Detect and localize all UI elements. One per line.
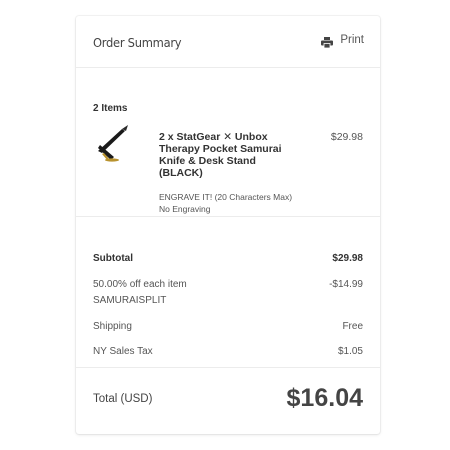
product-name[interactable]: 2 x StatGear ✕ Unbox Therapy Pocket Samu…	[159, 131, 299, 179]
shipping-label: Shipping	[93, 321, 132, 332]
printer-icon	[321, 35, 334, 48]
order-summary-title: Order Summary	[93, 35, 182, 50]
items-section: 2 Items 2 x StatGear ✕ Unbox Therapy Poc…	[76, 68, 380, 217]
discount-value: -$14.99	[329, 279, 363, 290]
product-option: ENGRAVE IT! (20 Characters Max) No Engra…	[159, 192, 293, 214]
discount-label: 50.00% off each item	[93, 279, 187, 290]
total-value: $16.04	[286, 384, 363, 412]
print-label: Print	[340, 34, 364, 46]
print-button[interactable]: Print	[321, 34, 364, 48]
totals-section: Subtotal $29.98 50.00% off each item -$1…	[76, 217, 380, 368]
subtotal-value: $29.98	[332, 253, 363, 264]
items-count: 2 Items	[93, 103, 128, 114]
shipping-value: Free	[342, 321, 363, 332]
product-thumbnail	[94, 123, 130, 163]
product-price: $29.98	[330, 131, 363, 143]
discount-code: SAMURAISPLIT	[93, 295, 167, 306]
total-label: Total (USD)	[93, 393, 153, 405]
tax-label: NY Sales Tax	[93, 346, 153, 357]
order-summary-card: Order Summary Print 2 Items 2 x StatGear…	[76, 16, 380, 434]
tax-value: $1.05	[337, 346, 363, 357]
subtotal-label: Subtotal	[93, 253, 133, 264]
order-summary-header: Order Summary Print	[76, 16, 380, 68]
